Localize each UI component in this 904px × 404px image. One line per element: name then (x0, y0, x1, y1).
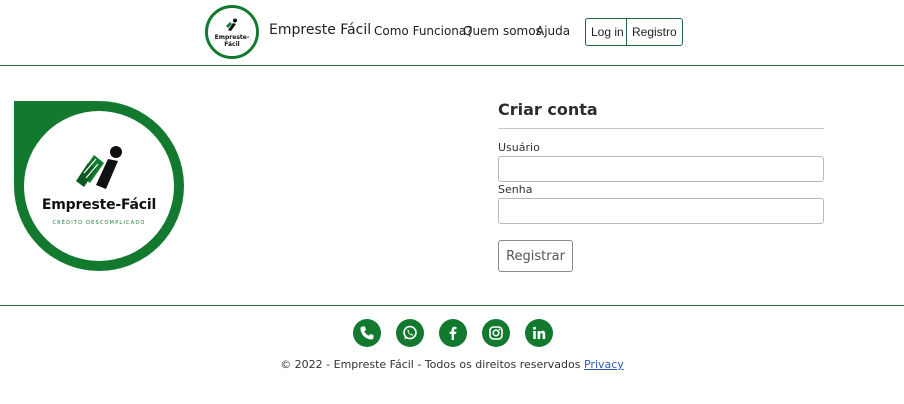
password-label: Senha (498, 183, 533, 196)
login-button[interactable]: Log in (585, 18, 630, 46)
nav-logo-text: Empreste-Fácil (214, 34, 250, 48)
nav-logo[interactable]: Empreste-Fácil (205, 5, 259, 59)
username-label: Usuário (498, 141, 540, 154)
hero-logo-title: Empreste-Fácil (41, 197, 157, 213)
whatsapp-icon[interactable] (396, 319, 424, 347)
footer-copyright: © 2022 - Empreste Fácil - Todos os direi… (0, 358, 904, 371)
brand-name[interactable]: Empreste Fácil (269, 22, 371, 38)
phone-icon[interactable] (353, 319, 381, 347)
hero-logo: Empreste-Fácil CRÉDITO DESCOMPLICADO (14, 101, 184, 271)
nav-link-quem-somos[interactable]: Quem somos (463, 24, 542, 38)
instagram-icon[interactable] (482, 319, 510, 347)
privacy-link[interactable]: Privacy (584, 358, 624, 371)
copyright-text: © 2022 - Empreste Fácil - Todos os direi… (280, 358, 581, 371)
hero-logo-tagline: CRÉDITO DESCOMPLICADO (52, 220, 146, 226)
footer-divider (0, 305, 904, 306)
nav-link-como-funciona[interactable]: Como Funciona? (374, 24, 473, 38)
register-nav-button[interactable]: Registro (626, 18, 683, 46)
form-title: Criar conta (498, 100, 598, 119)
password-input[interactable] (498, 198, 824, 224)
form-divider (498, 128, 824, 129)
money-person-icon (76, 146, 122, 189)
username-input[interactable] (498, 156, 824, 182)
logo-mark-icon (226, 18, 237, 31)
navbar: Empreste-Fácil Empreste Fácil Como Funci… (0, 0, 904, 66)
linkedin-icon[interactable] (525, 319, 553, 347)
nav-link-ajuda[interactable]: Ajuda (536, 24, 570, 38)
facebook-icon[interactable] (439, 319, 467, 347)
register-submit-button[interactable]: Registrar (498, 240, 573, 272)
